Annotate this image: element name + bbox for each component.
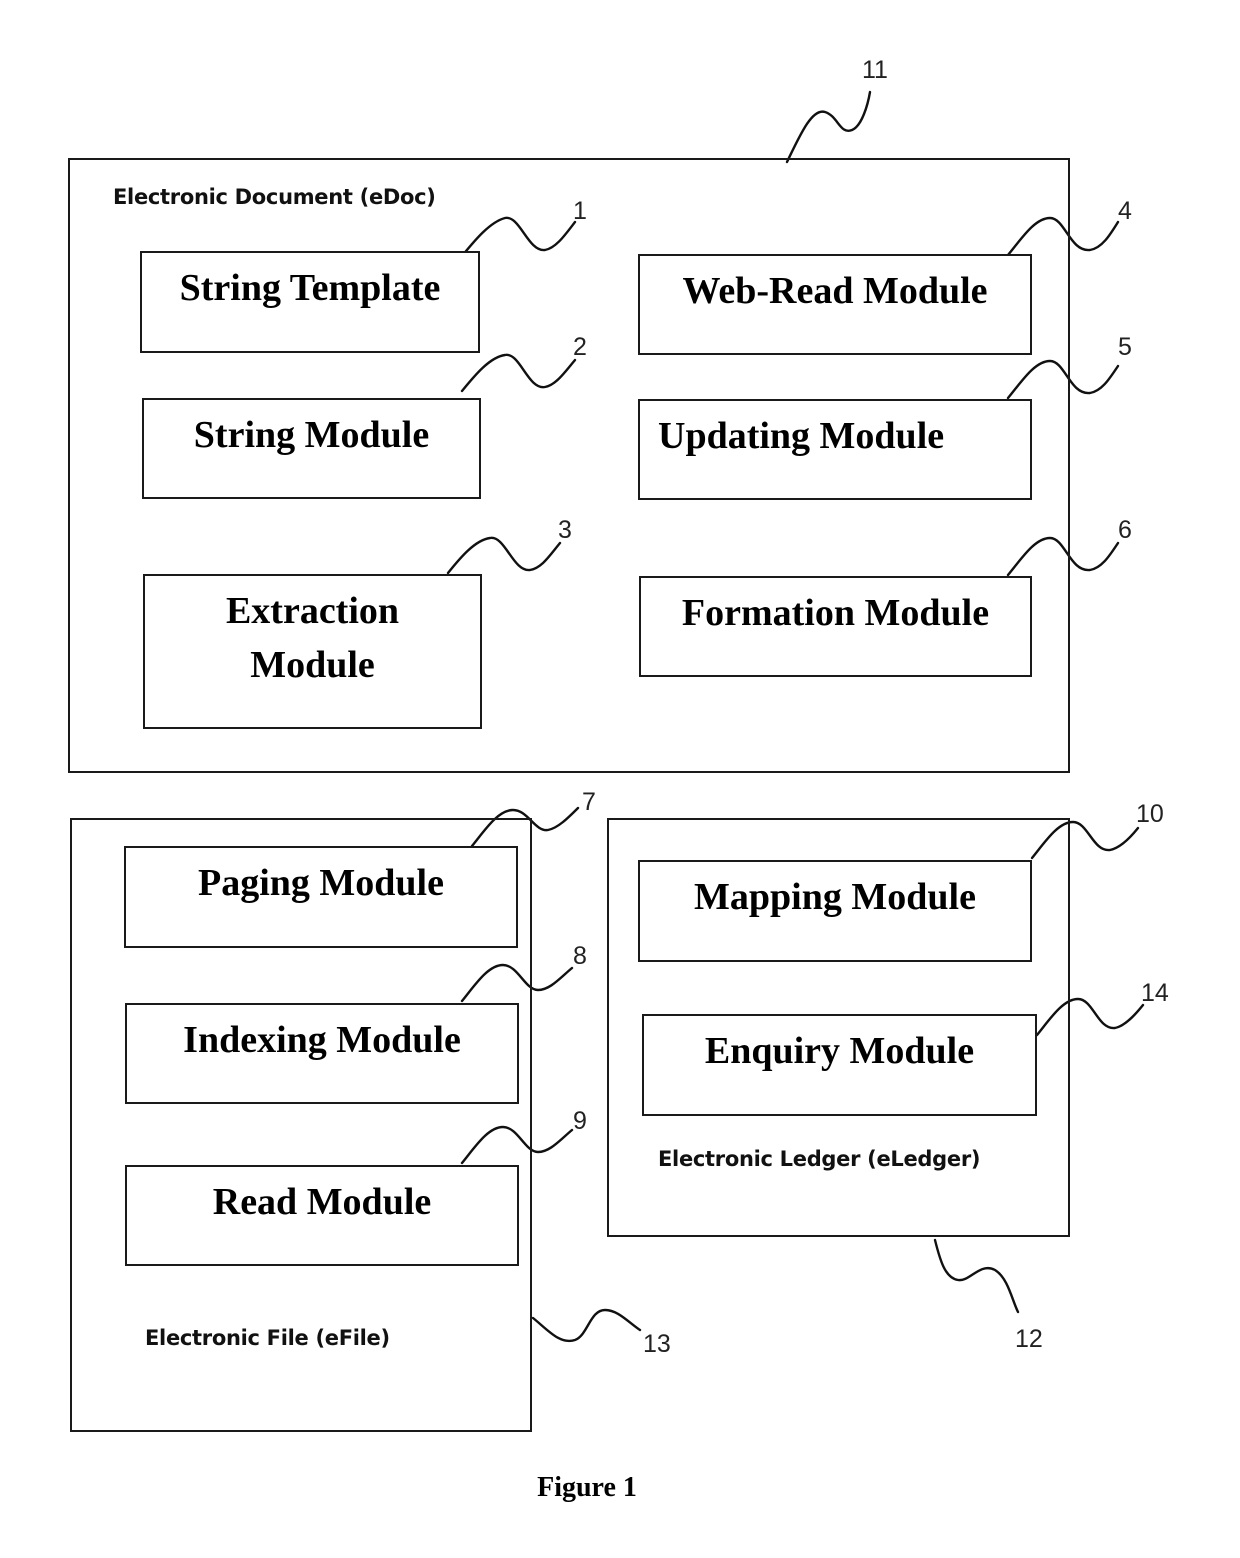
updating-module-box: Updating Module (638, 399, 1032, 500)
leader-12 (933, 1238, 1020, 1314)
ref-9: 9 (573, 1107, 587, 1135)
leader-11 (785, 90, 872, 164)
paging-module-box: Paging Module (124, 846, 518, 948)
web-read-module-box: Web-Read Module (638, 254, 1032, 355)
ref-3: 3 (558, 516, 572, 544)
ref-7: 7 (582, 788, 596, 816)
ref-11: 11 (862, 56, 888, 84)
edoc-label: Electronic Document (eDoc) (113, 185, 436, 209)
ref-4: 4 (1118, 197, 1132, 225)
indexing-module-box: Indexing Module (125, 1003, 519, 1104)
mapping-module-box: Mapping Module (638, 860, 1032, 962)
ref-6: 6 (1118, 516, 1132, 544)
ref-12: 12 (1015, 1325, 1043, 1353)
read-module-box: Read Module (125, 1165, 519, 1266)
figure-caption: Figure 1 (537, 1472, 637, 1503)
ref-8: 8 (573, 942, 587, 970)
eledger-label: Electronic Ledger (eLedger) (658, 1147, 981, 1171)
extraction-module-line1: Extraction (225, 590, 400, 632)
string-module-box: String Module (142, 398, 481, 499)
efile-label: Electronic File (eFile) (145, 1326, 390, 1350)
formation-module-box: Formation Module (639, 576, 1032, 677)
ref-13: 13 (643, 1330, 671, 1358)
extraction-module-line2: Module (250, 644, 375, 686)
enquiry-module-box: Enquiry Module (642, 1014, 1037, 1116)
ref-10: 10 (1136, 800, 1164, 828)
leader-13 (531, 1308, 642, 1343)
ref-5: 5 (1118, 333, 1132, 361)
extraction-module-box: Extraction Module (143, 574, 482, 729)
string-template-box: String Template (140, 251, 480, 353)
ref-1: 1 (573, 197, 587, 225)
ref-2: 2 (573, 333, 587, 361)
ref-14: 14 (1141, 979, 1169, 1007)
